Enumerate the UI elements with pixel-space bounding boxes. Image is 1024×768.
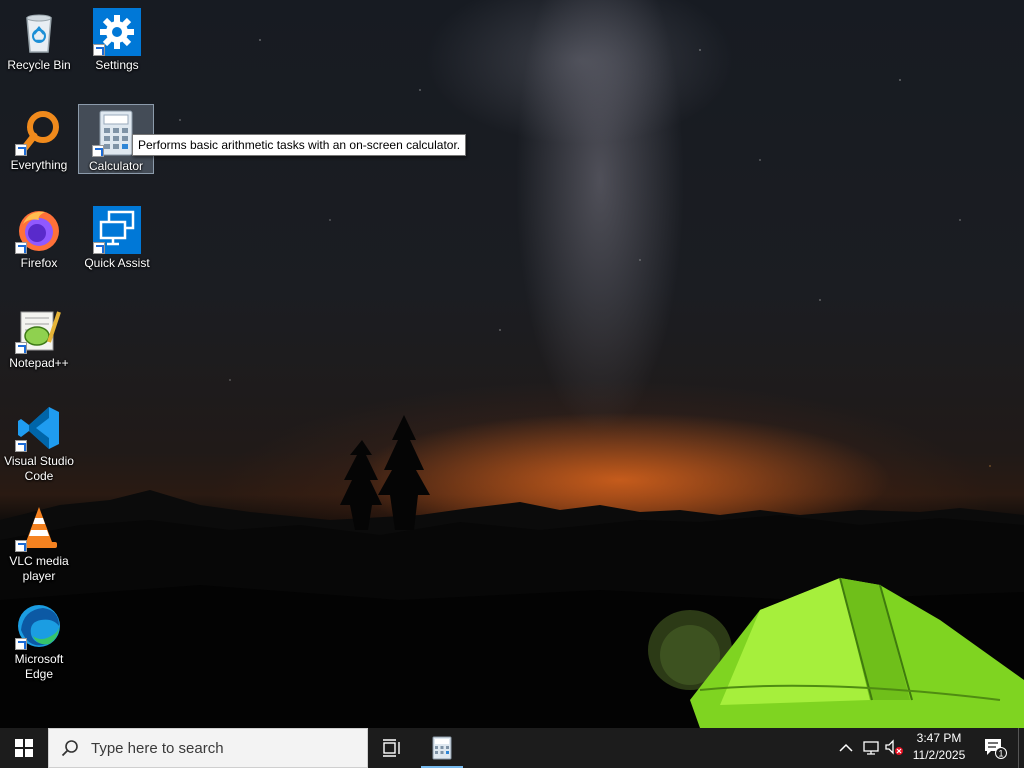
desktop-icon-notepad-plus-plus[interactable]: Notepad++ (1, 302, 77, 374)
desktop-icon-everything[interactable]: Everything (1, 104, 77, 174)
taskbar-search-box[interactable] (48, 728, 368, 768)
desktop-icon-edge[interactable]: Microsoft Edge (1, 598, 77, 686)
search-input[interactable] (89, 738, 333, 758)
network-icon (863, 741, 879, 755)
notification-icon: 1 (985, 739, 1007, 759)
search-icon (61, 740, 78, 757)
desktop-icon-settings[interactable]: Settings (79, 4, 155, 76)
icon-label-everything: Everything (10, 158, 68, 172)
desktop-icon-firefox[interactable]: Firefox (1, 202, 77, 274)
shortcut-arrow-icon (15, 440, 27, 452)
shortcut-arrow-icon (93, 44, 105, 56)
shortcut-arrow-icon (15, 638, 27, 650)
vscode-icon (15, 404, 63, 452)
windows-logo-icon (15, 739, 33, 757)
network-tray-button[interactable] (859, 728, 883, 768)
icon-label-recycle-bin: Recycle Bin (7, 58, 71, 72)
recycle-bin-icon (15, 8, 63, 56)
shortcut-arrow-icon (15, 342, 27, 354)
shortcut-arrow-icon (15, 144, 27, 156)
show-desktop-button[interactable] (1018, 728, 1024, 768)
vlc-icon (15, 504, 63, 552)
task-view-icon (383, 739, 400, 757)
desktop-icon-quick-assist[interactable]: Quick Assist (79, 202, 155, 274)
action-center-button[interactable]: 1 (978, 728, 1012, 768)
shortcut-arrow-icon (15, 242, 27, 254)
volume-tray-button[interactable] (883, 728, 905, 768)
volume-muted-icon (885, 739, 903, 755)
chevron-up-icon (839, 743, 853, 752)
icon-label-quick-assist: Quick Assist (84, 256, 150, 270)
settings-gear-icon (93, 8, 141, 56)
notepad-plus-plus-icon (15, 306, 63, 354)
shortcut-arrow-icon (92, 145, 104, 157)
show-hidden-icons-button[interactable] (836, 728, 856, 768)
taskbar: 3:47 PM 11/2/2025 1 (0, 728, 1024, 768)
shortcut-arrow-icon (15, 540, 27, 552)
clock-time: 3:47 PM (916, 731, 962, 745)
icon-label-vscode: Visual Studio Code (4, 454, 74, 483)
icon-label-firefox: Firefox (20, 256, 58, 270)
taskbar-clock[interactable]: 3:47 PM 11/2/2025 (905, 730, 973, 766)
shortcut-arrow-icon (93, 242, 105, 254)
task-view-button[interactable] (369, 728, 415, 768)
edge-icon (15, 602, 63, 650)
clock-date: 11/2/2025 (912, 748, 966, 762)
firefox-icon (15, 206, 63, 254)
everything-search-icon (15, 108, 63, 156)
icon-label-notepad-plus-plus: Notepad++ (9, 356, 69, 370)
notification-count-badge: 1 (998, 749, 1003, 759)
desktop-icon-vlc[interactable]: VLC media player (1, 500, 77, 588)
icon-label-vlc: VLC media player (9, 554, 69, 583)
quick-assist-icon (93, 206, 141, 254)
calculator-tooltip: Performs basic arithmetic tasks with an … (132, 134, 467, 156)
taskbar-app-calculator[interactable] (419, 728, 465, 768)
icon-label-calculator: Calculator (88, 159, 144, 173)
start-button[interactable] (0, 728, 48, 768)
icon-label-settings: Settings (95, 58, 139, 72)
calculator-taskbar-icon (432, 736, 452, 760)
desktop-icon-vscode[interactable]: Visual Studio Code (1, 400, 77, 488)
icon-label-edge: Microsoft Edge (14, 652, 64, 681)
desktop-icon-recycle-bin[interactable]: Recycle Bin (1, 4, 77, 76)
